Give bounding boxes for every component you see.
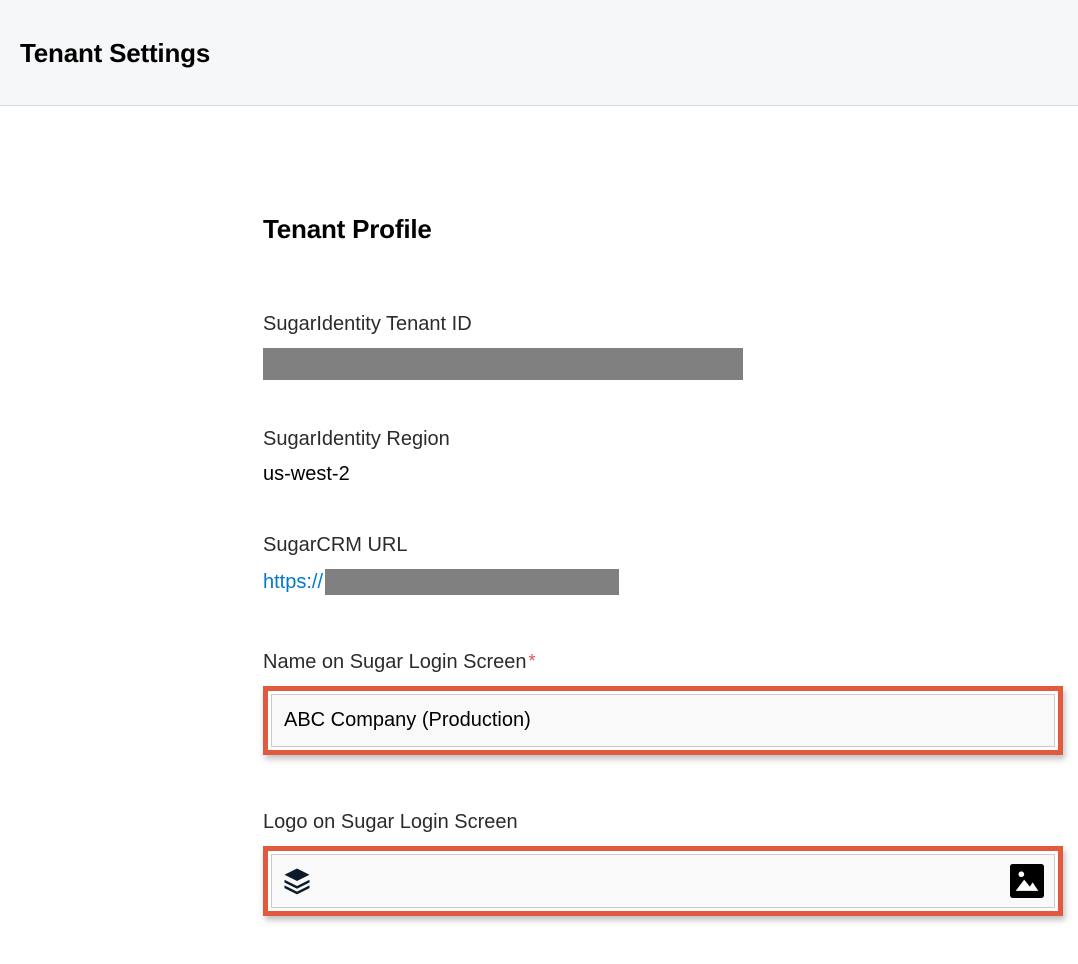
crm-url-host-redacted (325, 569, 619, 595)
login-logo-label: Logo on Sugar Login Screen (263, 811, 1060, 834)
region-label: SugarIdentity Region (263, 428, 1060, 451)
crm-url-field: SugarCRM URL https:// (263, 534, 1060, 595)
page-header: Tenant Settings (0, 0, 1078, 106)
tenant-id-field: SugarIdentity Tenant ID (263, 313, 1060, 380)
crm-url-value: https:// (263, 569, 1060, 595)
login-name-field: Name on Sugar Login Screen* (263, 651, 1060, 755)
login-name-highlight (263, 686, 1063, 755)
tenant-id-label: SugarIdentity Tenant ID (263, 313, 1060, 336)
crm-url-prefix[interactable]: https:// (263, 571, 323, 594)
login-logo-highlight (263, 846, 1063, 916)
required-asterisk: * (529, 651, 536, 671)
tenant-profile-section: Tenant Profile SugarIdentity Tenant ID S… (0, 106, 1060, 916)
section-title: Tenant Profile (263, 214, 1060, 245)
login-name-input[interactable] (271, 694, 1055, 747)
login-logo-field: Logo on Sugar Login Screen (263, 811, 1060, 916)
login-name-label-text: Name on Sugar Login Screen (263, 651, 527, 673)
login-logo-input[interactable] (271, 854, 1055, 908)
page-title: Tenant Settings (20, 38, 1078, 69)
layers-icon (282, 866, 312, 896)
login-name-label: Name on Sugar Login Screen* (263, 651, 1060, 674)
region-field: SugarIdentity Region us-west-2 (263, 428, 1060, 486)
region-value: us-west-2 (263, 463, 1060, 486)
image-icon (1010, 864, 1044, 898)
tenant-id-value-redacted (263, 348, 743, 380)
crm-url-label: SugarCRM URL (263, 534, 1060, 557)
